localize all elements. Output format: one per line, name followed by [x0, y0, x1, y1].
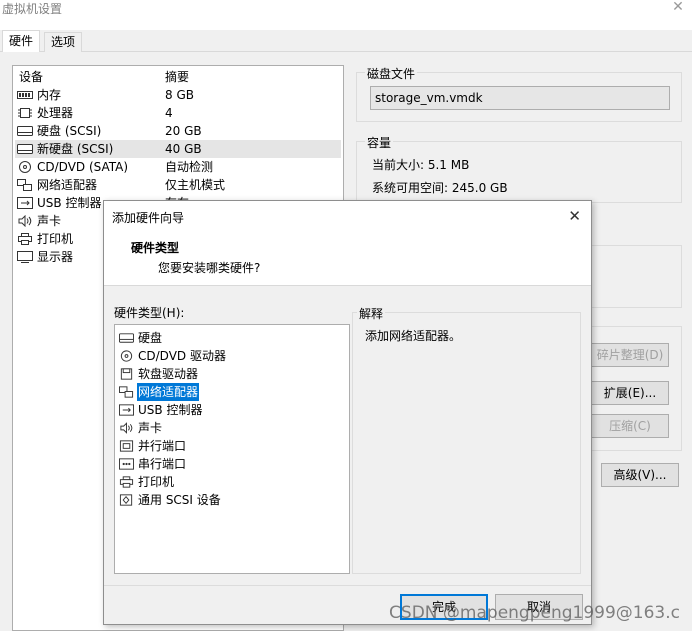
- usb-controller-icon: [17, 197, 33, 209]
- device-summary: 40 GB: [165, 142, 202, 156]
- wizard-header: 硬件类型 您要安装哪类硬件?: [104, 231, 591, 286]
- device-name: 内存: [37, 88, 62, 102]
- hard-disk-icon: [17, 126, 33, 136]
- compact-button[interactable]: 压缩(C): [591, 414, 669, 438]
- hardware-item-label: 软盘驱动器: [138, 367, 199, 381]
- watermark: CSDN @mapengpeng1999@163.c: [389, 603, 680, 623]
- serial-port-icon: [119, 458, 134, 470]
- disk-file-field[interactable]: storage_vm.vmdk: [370, 86, 670, 110]
- usb-controller-icon: [119, 404, 134, 416]
- current-size-text: 当前大小: 5.1 MB: [372, 158, 470, 172]
- device-name: 声卡: [37, 214, 62, 228]
- close-icon[interactable]: ✕: [670, 0, 686, 16]
- summary-column-header[interactable]: 摘要: [165, 68, 189, 85]
- device-summary: 4: [165, 106, 173, 120]
- parallel-port-icon: [119, 440, 134, 452]
- wizard-footer-divider: [104, 585, 591, 586]
- processor-icon: [18, 108, 32, 118]
- device-summary: 仅主机模式: [165, 178, 226, 192]
- tab-options[interactable]: 选项: [44, 32, 83, 52]
- device-row-new-hard-disk[interactable]: 新硬盘 (SCSI) 40 GB: [15, 140, 341, 158]
- hardware-item-label: 声卡: [138, 421, 163, 435]
- tab-hardware[interactable]: 硬件: [2, 30, 41, 53]
- hard-disk-icon: [119, 333, 134, 343]
- cd-dvd-icon: [120, 350, 133, 362]
- sound-card-icon: [120, 422, 133, 434]
- memory-icon: [17, 91, 33, 99]
- hardware-item-label: 并行端口: [138, 439, 187, 453]
- window-title: 虚拟机设置: [2, 2, 63, 16]
- sound-card-icon: [18, 215, 32, 227]
- defragment-button[interactable]: 碎片整理(D): [591, 343, 669, 367]
- device-name: 打印机: [37, 232, 74, 246]
- device-summary: 8 GB: [165, 88, 194, 102]
- device-column-header[interactable]: 设备: [19, 68, 43, 85]
- add-hardware-wizard-dialog: 添加硬件向导 ✕ 硬件类型 您要安装哪类硬件? 硬件类型(H): 硬盘 CD/D…: [103, 200, 592, 625]
- disk-file-label: 磁盘文件: [365, 65, 418, 82]
- printer-icon: [18, 233, 32, 245]
- available-space-text: 系统可用空间: 245.0 GB: [372, 181, 508, 195]
- explanation-label: 解释: [357, 305, 386, 322]
- wizard-heading: 硬件类型: [131, 241, 180, 255]
- explanation-text: 添加网络适配器。: [365, 329, 462, 343]
- hardware-type-label: 硬件类型(H):: [114, 306, 185, 320]
- floppy-icon: [120, 368, 133, 380]
- hardware-item-label: 通用 SCSI 设备: [138, 493, 221, 507]
- display-icon: [17, 251, 33, 263]
- explanation-group: 解释 添加网络适配器。: [352, 305, 581, 574]
- device-row-network-adapter[interactable]: 网络适配器 仅主机模式: [15, 176, 341, 194]
- device-row-cd-dvd[interactable]: CD/DVD (SATA) 自动检测: [15, 158, 341, 176]
- device-row-memory[interactable]: 内存 8 GB: [15, 86, 341, 104]
- wizard-title-bar: 添加硬件向导 ✕: [104, 201, 591, 231]
- wizard-close-icon[interactable]: ✕: [568, 207, 581, 225]
- device-summary: 自动检测: [165, 160, 214, 174]
- hard-disk-icon: [17, 144, 33, 154]
- scsi-device-icon: [119, 494, 133, 506]
- device-name: 显示器: [37, 250, 74, 264]
- hardware-item-label: CD/DVD 驱动器: [138, 349, 226, 363]
- device-name: 新硬盘 (SCSI): [37, 142, 114, 156]
- wizard-subheading: 您要安装哪类硬件?: [158, 261, 261, 275]
- hardware-item-label: USB 控制器: [138, 403, 203, 417]
- device-row-hard-disk[interactable]: 硬盘 (SCSI) 20 GB: [15, 122, 341, 140]
- device-name: 处理器: [37, 106, 74, 120]
- network-adapter-icon: [119, 386, 134, 398]
- expand-button[interactable]: 扩展(E)...: [591, 381, 669, 405]
- wizard-title: 添加硬件向导: [112, 211, 185, 225]
- hardware-item-label: 硬盘: [138, 331, 163, 345]
- printer-icon: [119, 476, 134, 488]
- device-name: 硬盘 (SCSI): [37, 124, 102, 138]
- device-name: CD/DVD (SATA): [37, 160, 129, 174]
- device-name: USB 控制器: [37, 196, 102, 210]
- cd-dvd-icon: [19, 161, 31, 173]
- device-name: 网络适配器: [37, 178, 98, 192]
- hardware-item-label: 打印机: [138, 475, 175, 489]
- hardware-item-label: 网络适配器: [137, 383, 200, 401]
- tab-bar: 硬件 选项: [0, 30, 692, 53]
- network-adapter-icon: [17, 179, 32, 191]
- hardware-type-list[interactable]: 硬盘 CD/DVD 驱动器 软盘驱动器 网络适配器 USB 控制器 声卡 并行端…: [114, 324, 350, 574]
- device-row-processor[interactable]: 处理器 4: [15, 104, 341, 122]
- device-summary: 20 GB: [165, 124, 202, 138]
- capacity-label: 容量: [365, 134, 394, 151]
- advanced-button[interactable]: 高级(V)...: [601, 463, 679, 487]
- hardware-item-label: 串行端口: [138, 457, 187, 471]
